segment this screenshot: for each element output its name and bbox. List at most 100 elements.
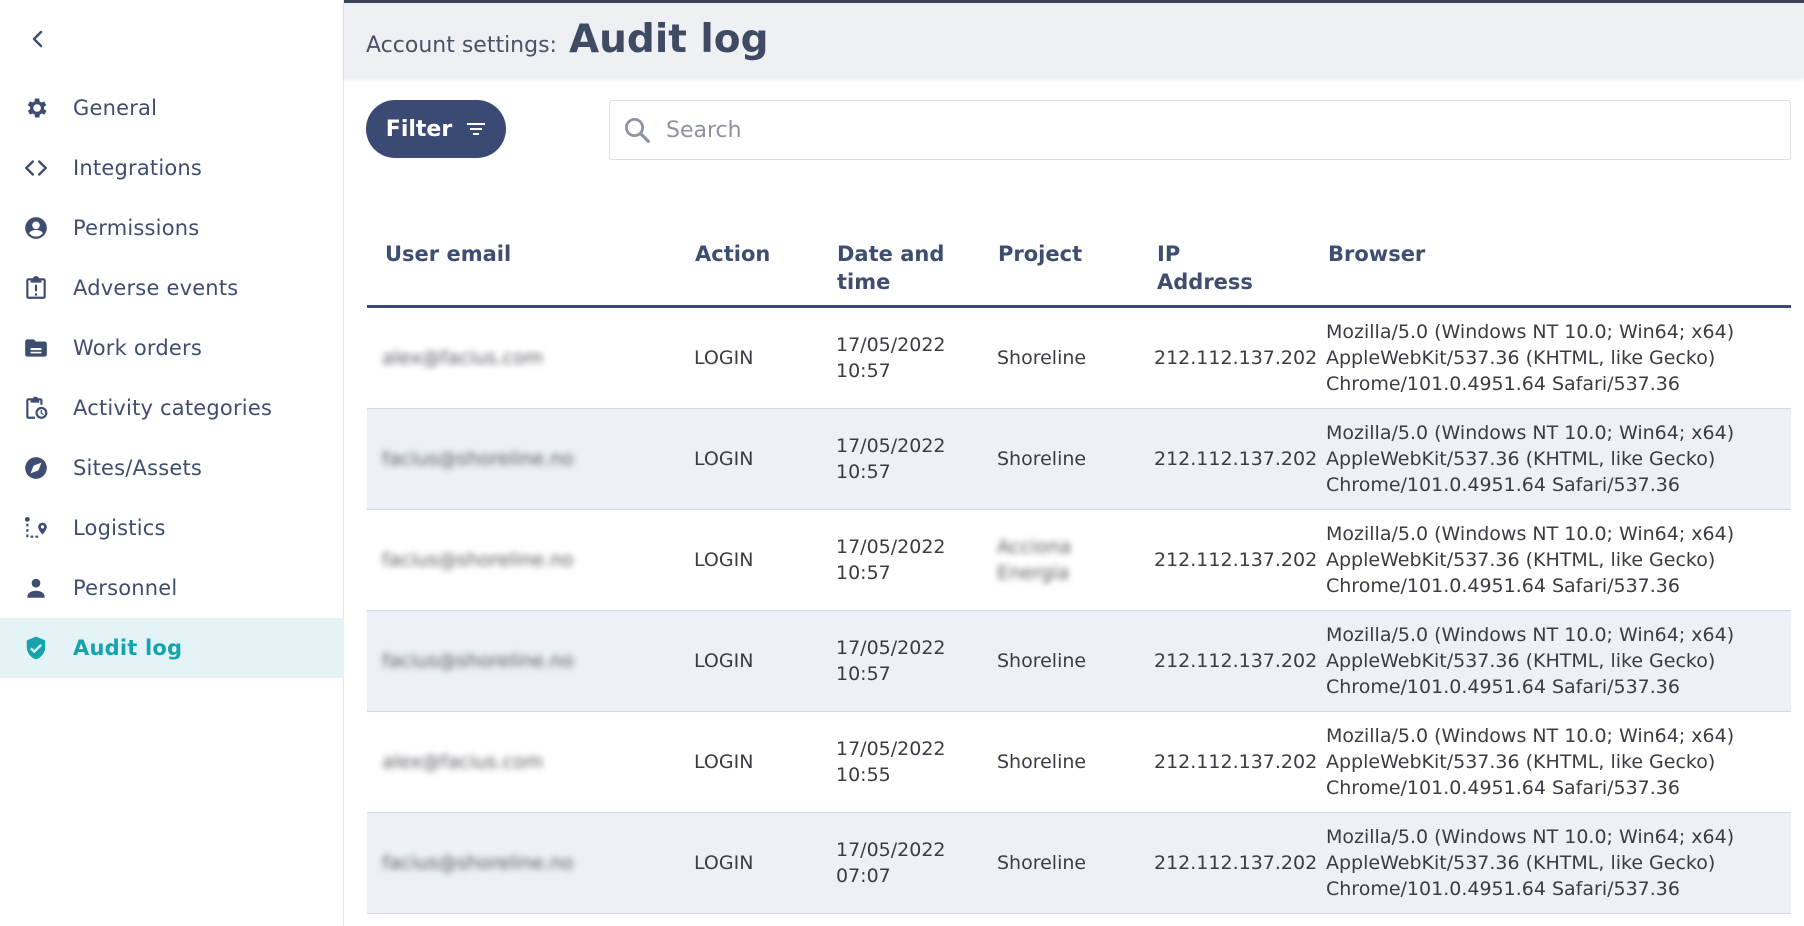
page-title: Audit log xyxy=(568,17,769,62)
sidebar-item-label: General xyxy=(73,96,158,120)
cell-date-time: 17/05/2022 10:57 xyxy=(836,433,946,485)
sidebar-item-general[interactable]: General xyxy=(0,78,344,138)
search-box[interactable] xyxy=(609,100,1791,160)
cell-date-time: 17/05/2022 10:55 xyxy=(836,736,946,788)
cell-browser-line: AppleWebKit/537.36 (KHTML, like Gecko) xyxy=(1326,751,1716,773)
sidebar-item-label: Work orders xyxy=(73,336,202,360)
cell-user-email: facius@shoreline.no xyxy=(382,852,574,874)
cell-ip-address: 212.112.137.202 xyxy=(1154,650,1318,672)
cell-action: LOGIN xyxy=(694,549,754,571)
cell-browser-line: AppleWebKit/537.36 (KHTML, like Gecko) xyxy=(1326,852,1716,874)
cell-time: 10:57 xyxy=(836,562,891,584)
cell-user-email: facius@shoreline.no xyxy=(382,650,574,672)
gear-icon xyxy=(22,94,50,122)
table-row[interactable]: facius@shoreline.no LOGIN 17/05/2022 10:57 A… xyxy=(367,510,1791,611)
cell-date: 17/05/2022 xyxy=(836,536,946,558)
cell-project: Shoreline xyxy=(997,347,1087,369)
column-header-browser[interactable]: Browser xyxy=(1328,240,1425,268)
page-header: Account settings: Audit log xyxy=(344,0,1804,78)
clipboard-clock-icon xyxy=(22,394,50,422)
cell-browser-line: Mozilla/5.0 (Windows NT 10.0; Win64; x64… xyxy=(1326,826,1735,848)
sidebar-item-label: Sites/Assets xyxy=(73,456,203,480)
table-row[interactable]: facius@shoreline.no LOGIN 17/05/2022 10:57 S… xyxy=(367,409,1791,510)
sidebar-item-audit-log[interactable]: Audit log xyxy=(0,618,344,678)
cell-action: LOGIN xyxy=(694,347,754,369)
cell-date-time: 17/05/2022 07:07 xyxy=(836,837,946,889)
cell-date-time: 17/05/2022 10:57 xyxy=(836,534,946,586)
table-row[interactable]: alex@facius.com LOGIN 17/05/2022 10:57 Shore… xyxy=(367,308,1791,409)
cell-browser-line: AppleWebKit/537.36 (KHTML, like Gecko) xyxy=(1326,347,1716,369)
column-header-project[interactable]: Project xyxy=(998,240,1082,268)
sidebar-item-label: Audit log xyxy=(73,636,183,660)
chevron-left-icon xyxy=(32,30,43,48)
sidebar-item-permissions[interactable]: Permissions xyxy=(0,198,344,258)
clipboard-alert-icon xyxy=(22,274,50,302)
cell-browser-line: Mozilla/5.0 (Windows NT 10.0; Win64; x64… xyxy=(1326,523,1735,545)
cell-browser: Mozilla/5.0 (Windows NT 10.0; Win64; x64… xyxy=(1326,319,1734,397)
settings-nav: General Integrations Permissions Adverse… xyxy=(0,78,344,678)
cell-browser-line: Chrome/101.0.4951.64 Safari/537.36 xyxy=(1326,474,1680,496)
cell-date: 17/05/2022 xyxy=(836,637,946,659)
user-circle-icon xyxy=(22,214,50,242)
sidebar-item-work-orders[interactable]: Work orders xyxy=(0,318,344,378)
cell-browser-line: Mozilla/5.0 (Windows NT 10.0; Win64; x64… xyxy=(1326,422,1735,444)
cell-browser-line: Mozilla/5.0 (Windows NT 10.0; Win64; x64… xyxy=(1326,725,1735,747)
column-header-ip-address[interactable]: IP Address xyxy=(1157,240,1257,296)
cell-time: 10:57 xyxy=(836,360,891,382)
cell-date: 17/05/2022 xyxy=(836,839,946,861)
cell-user-email: facius@shoreline.no xyxy=(382,549,574,571)
cell-browser-line: AppleWebKit/537.36 (KHTML, like Gecko) xyxy=(1326,650,1716,672)
cell-date-time: 17/05/2022 10:57 xyxy=(836,635,946,687)
sidebar-item-adverse-events[interactable]: Adverse events xyxy=(0,258,344,318)
sidebar-item-activity-categories[interactable]: Activity categories xyxy=(0,378,344,438)
column-header-date-time[interactable]: Date and time xyxy=(837,240,957,296)
cell-project: Shoreline xyxy=(997,852,1087,874)
table-row[interactable]: facius@shoreline.no LOGIN 17/05/2022 07:07 S… xyxy=(367,813,1791,914)
search-input[interactable] xyxy=(666,117,1766,143)
person-icon xyxy=(22,574,50,602)
table-row[interactable]: facius@shoreline.no LOGIN 17/05/2022 10:57 S… xyxy=(367,611,1791,712)
filter-button[interactable]: Filter xyxy=(366,100,506,158)
column-header-user-email[interactable]: User email xyxy=(385,240,511,268)
sidebar-item-sites-assets[interactable]: Sites/Assets xyxy=(0,438,344,498)
sidebar-item-label: Integrations xyxy=(73,156,203,180)
sidebar-item-label: Personnel xyxy=(73,576,178,600)
sidebar-item-label: Logistics xyxy=(73,516,166,540)
cell-browser-line: Mozilla/5.0 (Windows NT 10.0; Win64; x64… xyxy=(1326,624,1735,646)
filter-icon xyxy=(467,123,486,135)
cell-action: LOGIN xyxy=(694,650,754,672)
cell-user-email: alex@facius.com xyxy=(382,347,544,369)
column-header-action[interactable]: Action xyxy=(695,240,770,268)
cell-browser-line: Chrome/101.0.4951.64 Safari/537.36 xyxy=(1326,575,1680,597)
cell-browser: Mozilla/5.0 (Windows NT 10.0; Win64; x64… xyxy=(1326,420,1734,498)
cell-project: Shoreline xyxy=(997,751,1087,773)
cell-browser-line: Chrome/101.0.4951.64 Safari/537.36 xyxy=(1326,676,1680,698)
cell-ip-address: 212.112.137.202 xyxy=(1154,347,1318,369)
cell-ip-address: 212.112.137.202 xyxy=(1154,549,1318,571)
sidebar-item-integrations[interactable]: Integrations xyxy=(0,138,344,198)
sidebar-item-logistics[interactable]: Logistics xyxy=(0,498,344,558)
cell-ip-address: 212.112.137.202 xyxy=(1154,852,1318,874)
cell-project: Shoreline xyxy=(997,448,1087,470)
sidebar-item-personnel[interactable]: Personnel xyxy=(0,558,344,618)
back-button[interactable] xyxy=(26,26,50,52)
cell-browser: Mozilla/5.0 (Windows NT 10.0; Win64; x64… xyxy=(1326,723,1734,801)
cell-browser-line: AppleWebKit/537.36 (KHTML, like Gecko) xyxy=(1326,549,1716,571)
cell-time: 10:55 xyxy=(836,764,891,786)
cell-browser: Mozilla/5.0 (Windows NT 10.0; Win64; x64… xyxy=(1326,622,1734,700)
cell-browser: Mozilla/5.0 (Windows NT 10.0; Win64; x64… xyxy=(1326,521,1734,599)
cell-date: 17/05/2022 xyxy=(836,334,946,356)
sidebar-item-label: Adverse events xyxy=(73,276,239,300)
table-row[interactable]: alex@facius.com LOGIN 17/05/2022 10:55 Shore… xyxy=(367,712,1791,813)
cell-time: 10:57 xyxy=(836,663,891,685)
table-header: User email Action Date and time Project … xyxy=(367,228,1791,308)
cell-project: Shoreline xyxy=(997,650,1087,672)
sidebar-item-label: Permissions xyxy=(73,216,200,240)
cell-project: Acciona Energia xyxy=(997,536,1072,584)
cell-date-time: 17/05/2022 10:57 xyxy=(836,332,946,384)
compass-icon xyxy=(22,454,50,482)
filter-button-label: Filter xyxy=(385,116,453,142)
cell-user-email: facius@shoreline.no xyxy=(382,448,574,470)
folder-icon xyxy=(22,334,50,362)
cell-ip-address: 212.112.137.202 xyxy=(1154,448,1318,470)
